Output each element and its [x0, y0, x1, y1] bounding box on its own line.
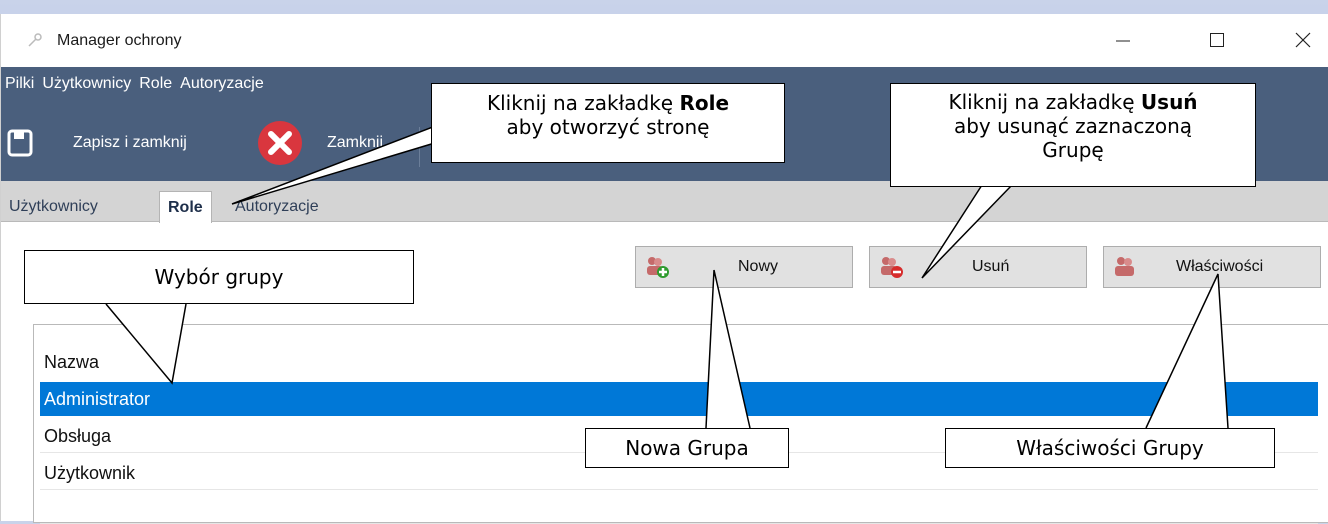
menu-item-authorizations[interactable]: Autoryzacje — [178, 75, 270, 93]
delete-button-label: Usuń — [972, 258, 1010, 275]
new-group-button[interactable]: Nowy — [635, 246, 853, 288]
minimize-button[interactable] — [1108, 26, 1138, 54]
save-and-close-button[interactable]: Zapisz i zamknij — [7, 123, 187, 163]
delete-group-button[interactable]: Usuń — [869, 246, 1087, 288]
title-bar: Manager ochrony — [1, 14, 1328, 67]
list-header-name: Nazwa — [44, 352, 100, 372]
tab-strip: Użytkownicy Role Autoryzacje — [1, 181, 1328, 223]
callout-new-group: Nowa Grupa — [585, 428, 789, 468]
menu-item-roles[interactable]: Role — [137, 75, 178, 93]
callout-delete-line1: Kliknij na zakładkę — [948, 90, 1141, 114]
callout-group-select: Wybór grupy — [24, 250, 414, 304]
callout-role-tab-bold: Role — [679, 91, 730, 115]
toolbar-separator — [419, 127, 420, 167]
menu-item-pilki[interactable]: Pilki — [3, 75, 40, 93]
new-button-label: Nowy — [738, 258, 779, 275]
menu-item-users[interactable]: Użytkownicy — [40, 75, 137, 93]
group-add-icon — [647, 257, 669, 278]
tab-roles[interactable]: Role — [159, 191, 212, 223]
group-remove-icon — [881, 257, 903, 278]
maximize-button[interactable] — [1202, 26, 1232, 54]
callout-delete-bold: Usuń — [1140, 90, 1198, 114]
groups-list: Nazwa Administrator Obsługa Użytkownik — [33, 324, 1328, 524]
close-label: Zamknij — [327, 134, 384, 151]
tab-authorizations[interactable]: Autoryzacje — [227, 193, 327, 221]
close-icon — [1295, 32, 1311, 48]
close-window-button[interactable] — [1288, 26, 1318, 54]
callout-role-tab: Kliknij na zakładkę Role aby otworzyć st… — [431, 83, 785, 163]
group-properties-button[interactable]: Właściwości — [1103, 246, 1321, 288]
callout-role-tab-line2: aby otworzyć stronę — [506, 115, 710, 139]
callout-group-properties: Właściwości Grupy — [945, 428, 1275, 468]
maximize-icon — [1210, 33, 1224, 47]
list-empty-row — [40, 490, 1318, 524]
tab-users[interactable]: Użytkownicy — [1, 193, 106, 221]
callout-delete-line2: aby usunąć zaznaczoną — [953, 114, 1193, 138]
group-icon — [1115, 257, 1134, 276]
minimize-icon — [1116, 40, 1130, 42]
properties-button-label: Właściwości — [1176, 258, 1264, 275]
key-icon — [28, 33, 42, 47]
list-item[interactable]: Administrator — [40, 382, 1318, 416]
menu-bar: Pilki Użytkownicy Role Autoryzacje — [3, 75, 270, 93]
window-title: Manager ochrony — [57, 32, 182, 49]
callout-delete: Kliknij na zakładkę Usuń aby usunąć zazn… — [890, 83, 1256, 187]
close-button[interactable]: Zamknij — [257, 121, 384, 165]
close-red-icon — [258, 121, 302, 165]
floppy-disk-icon — [7, 129, 33, 157]
save-and-close-label: Zapisz i zamknij — [73, 134, 187, 151]
callout-delete-line3: Grupę — [1042, 138, 1104, 162]
callout-role-tab-line1: Kliknij na zakładkę — [486, 91, 680, 115]
